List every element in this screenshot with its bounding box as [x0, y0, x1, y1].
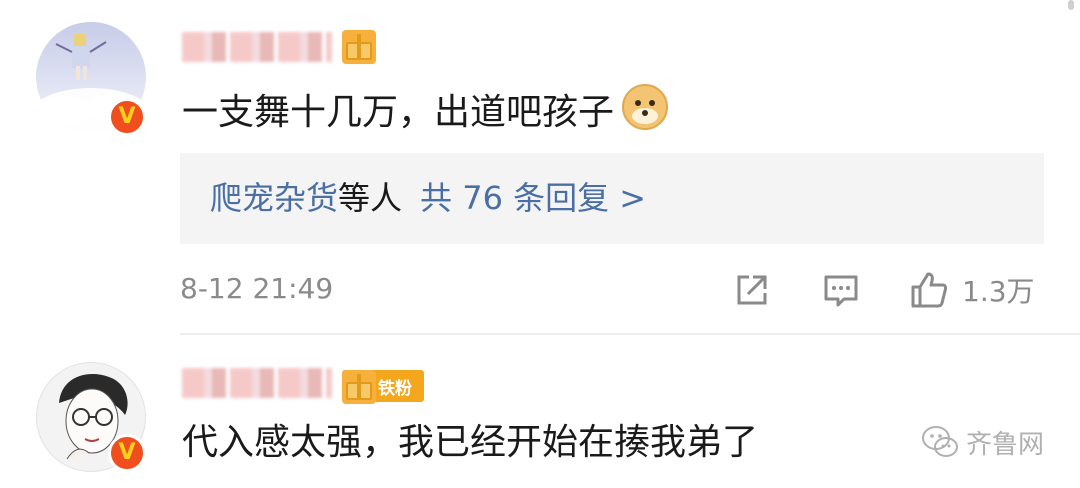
gift-icon: [342, 370, 376, 404]
fan-badge: [342, 30, 378, 64]
reply-button[interactable]: [822, 268, 862, 312]
reply-users-link[interactable]: 爬宠杂货: [210, 179, 338, 217]
reply-count-link[interactable]: 共 76 条回复 >: [420, 179, 646, 217]
comment-meta: 8-12 21:49 1.3万: [180, 268, 1044, 312]
divider: [180, 333, 1080, 335]
verified-badge: V: [108, 434, 146, 472]
username[interactable]: ███ ███: [182, 368, 332, 398]
comment-icon: [824, 275, 858, 307]
share-button[interactable]: [733, 268, 773, 312]
share-icon: [737, 275, 767, 305]
reply-others-label: 等人: [338, 179, 403, 217]
wechat-icon: [922, 426, 958, 457]
comment-item: V ███ ███ 铁粉 代入感太强，我已经开始在揍我弟了: [0, 336, 1080, 488]
doge-emoji-icon: [622, 84, 669, 130]
comment-body: 一支舞十几万，出道吧孩子: [182, 92, 615, 133]
thumbs-up-icon: [911, 272, 948, 308]
watermark: 齐鲁网: [920, 420, 1044, 464]
username[interactable]: ██ ███: [182, 32, 332, 62]
timestamp: 8-12 21:49: [180, 272, 334, 305]
comment-item: V ██ ███ 一支舞十几万，出道吧孩子 爬宠杂货等人共 76 条回复 > 8…: [0, 0, 1080, 335]
like-count: 1.3万: [962, 275, 1035, 308]
like-button[interactable]: 1.3万: [910, 268, 1044, 312]
comment-thread: V ██ ███ 一支舞十几万，出道吧孩子 爬宠杂货等人共 76 条回复 > 8…: [0, 0, 1080, 488]
fan-badge-label: 铁粉: [378, 378, 412, 399]
comment-text: 一支舞十几万，出道吧孩子: [182, 84, 669, 136]
reply-summary[interactable]: 爬宠杂货等人共 76 条回复 >: [180, 153, 1044, 244]
fan-badge: 铁粉: [342, 370, 424, 404]
gift-icon: [342, 30, 376, 64]
verified-badge: V: [108, 98, 146, 136]
comment-text: 代入感太强，我已经开始在揍我弟了: [182, 422, 759, 463]
watermark-label: 齐鲁网: [966, 429, 1045, 460]
